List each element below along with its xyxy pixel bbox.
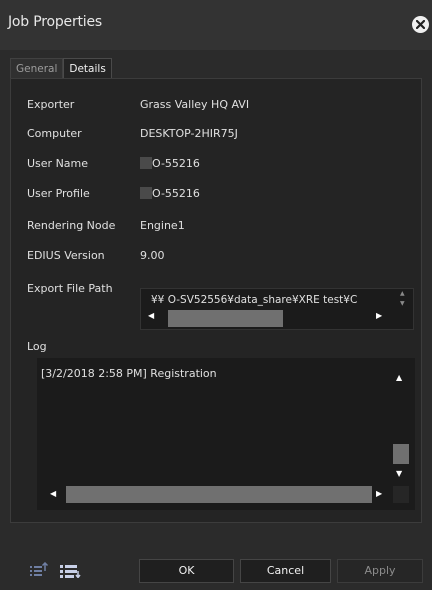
title-bar[interactable]: Job Properties: [0, 0, 432, 50]
log-area[interactable]: [3/2/2018 2:58 PM] Registration ▲ ▼ ◀ ▶: [37, 358, 415, 510]
ok-button[interactable]: OK: [139, 559, 234, 583]
scrollbar-corner: [393, 486, 409, 503]
path-horizontal-scrollbar[interactable]: ◀ ▶: [148, 309, 396, 327]
exporter-label: Exporter: [27, 98, 75, 111]
log-scroll-left-icon[interactable]: ◀: [50, 489, 56, 498]
log-scroll-down-icon[interactable]: ▼: [396, 469, 402, 478]
list-move-down-icon[interactable]: [60, 562, 82, 578]
path-scroll-left-icon[interactable]: ◀: [148, 311, 154, 320]
path-scroll-thumb[interactable]: [168, 310, 283, 327]
log-vertical-scroll-thumb[interactable]: [393, 444, 409, 464]
user-profile-label: User Profile: [27, 187, 90, 200]
log-scroll-right-icon[interactable]: ▶: [376, 489, 382, 498]
tab-general[interactable]: General: [10, 58, 64, 78]
redacted-block: [140, 157, 152, 169]
apply-button[interactable]: Apply: [337, 559, 423, 583]
export-file-path-value: ¥¥ O-SV52556¥data_share¥XRE test¥C: [151, 294, 358, 306]
computer-value: DESKTOP-2HIR75J: [140, 127, 238, 140]
path-scroll-down-icon[interactable]: ▼: [400, 300, 405, 307]
log-scroll-up-icon[interactable]: ▲: [396, 373, 402, 382]
user-name-value: O-55216: [152, 157, 200, 170]
tab-strip: General Details: [10, 58, 112, 79]
log-text: [3/2/2018 2:58 PM] Registration: [41, 367, 217, 380]
window-title: Job Properties: [8, 14, 102, 30]
user-profile-value-wrap: O-55216: [140, 187, 200, 200]
user-name-value-wrap: O-55216: [140, 157, 200, 170]
log-horizontal-scroll-thumb[interactable]: [66, 486, 372, 503]
close-icon: [416, 20, 425, 29]
rendering-node-label: Rendering Node: [27, 219, 116, 232]
cancel-button[interactable]: Cancel: [240, 559, 331, 583]
path-scroll-up-icon[interactable]: ▲: [400, 290, 405, 297]
rendering-node-value: Engine1: [140, 219, 185, 232]
edius-version-label: EDIUS Version: [27, 249, 105, 262]
log-label: Log: [27, 340, 47, 353]
export-file-path-label: Export File Path: [27, 282, 113, 295]
path-scroll-right-icon[interactable]: ▶: [376, 311, 382, 320]
user-name-label: User Name: [27, 157, 89, 170]
redacted-block: [140, 187, 152, 199]
computer-label: Computer: [27, 127, 82, 140]
list-move-up-icon[interactable]: [30, 562, 50, 578]
exporter-value: Grass Valley HQ AVI: [140, 98, 250, 111]
user-profile-value: O-55216: [152, 187, 200, 200]
edius-version-value: 9.00: [140, 249, 165, 262]
close-button[interactable]: [412, 16, 429, 33]
job-properties-dialog: Job Properties General Details Exporter …: [0, 0, 432, 590]
tab-details[interactable]: Details: [63, 58, 112, 79]
